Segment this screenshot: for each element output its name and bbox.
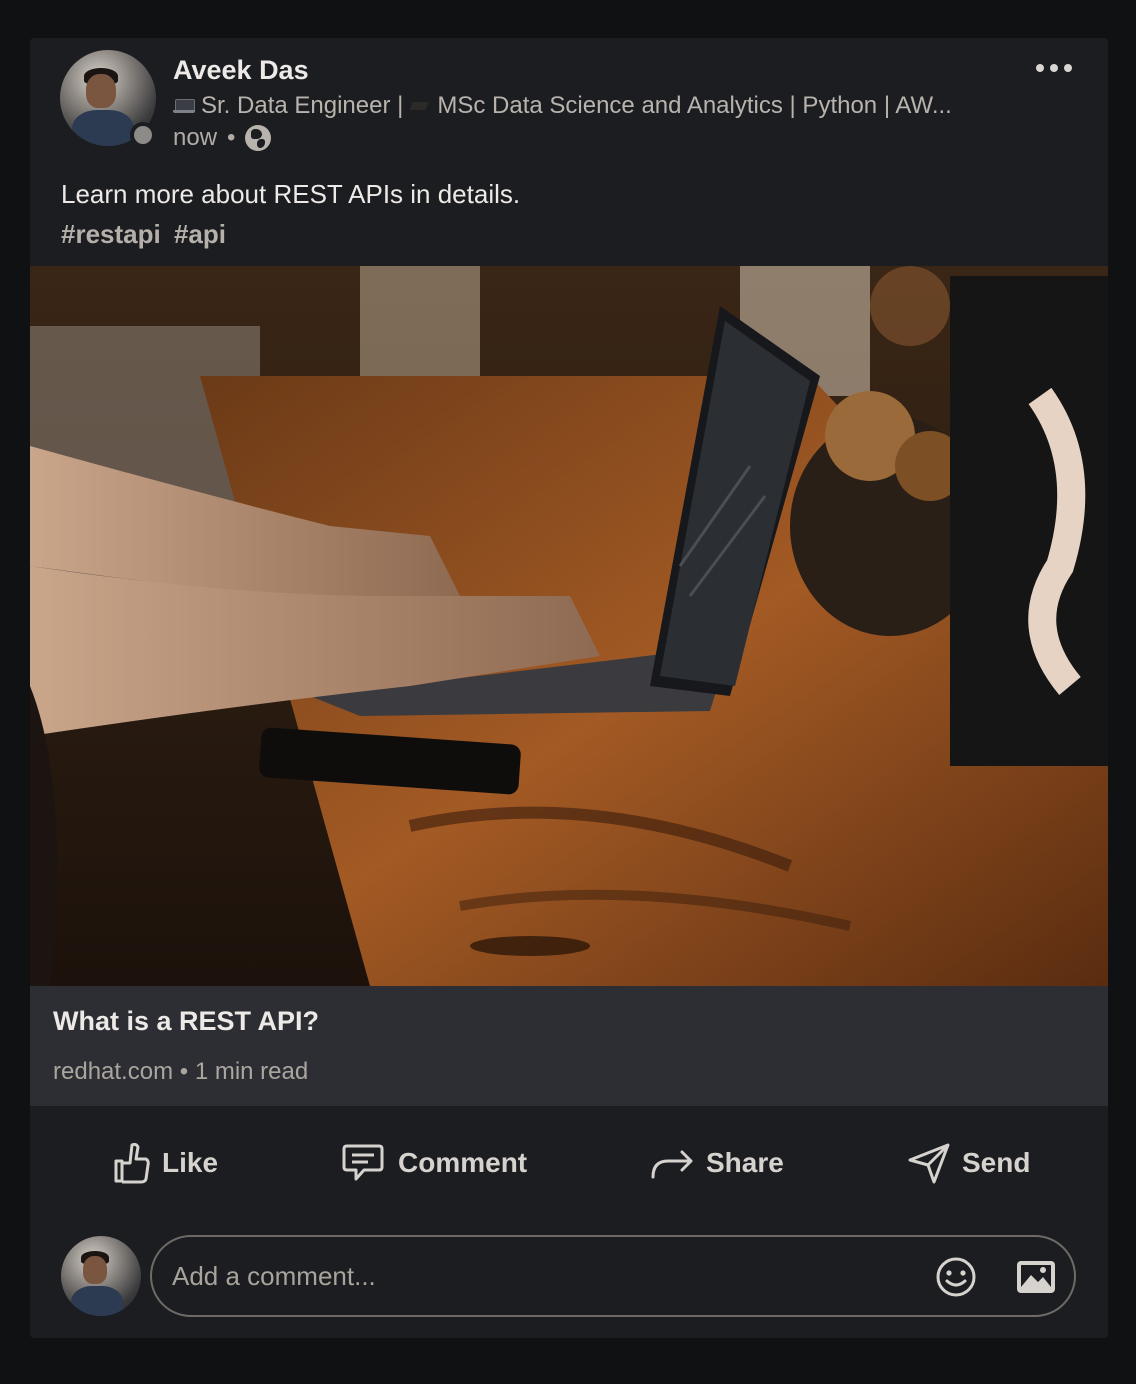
avatar-face [83,1256,107,1284]
post-body: Learn more about REST APIs in details. [61,179,521,209]
comment-input[interactable] [172,1237,912,1315]
article-meta: redhat.com • 1 min read [53,1058,308,1086]
laptop-photo [30,266,1108,986]
send-label: Send [962,1147,1031,1178]
presence-indicator [130,122,156,148]
globe-icon [245,125,272,151]
avatar-body [72,110,134,146]
current-user-avatar[interactable] [61,1236,141,1316]
send-button[interactable]: Send [908,1128,1030,1198]
article-read-time: 1 min read [194,1058,309,1085]
hashtags: #restapi #api [61,214,520,254]
share-arrow-icon [651,1150,693,1179]
headline-part-2: MSc Data Science and Analytics | Python … [437,92,952,119]
more-options-button[interactable] [1030,56,1078,80]
comment-label: Comment [398,1147,528,1178]
graduation-cap-icon [409,97,431,115]
emoji-button[interactable] [934,1255,978,1304]
like-label: Like [162,1147,219,1178]
article-link[interactable]: What is a REST API? redhat.com • 1 min r… [30,986,1108,1106]
article-separator: • [179,1058,189,1085]
post-time: now [173,124,218,151]
emoji-icon [936,1257,976,1297]
share-label: Share [706,1147,784,1178]
article-source: redhat.com [53,1058,174,1085]
add-image-button[interactable] [1014,1257,1058,1302]
more-dot [1050,64,1058,72]
post-meta: now • [173,124,272,152]
headline-part-1: Sr. Data Engineer | [201,92,404,119]
like-button[interactable]: Like [110,1128,218,1198]
thumbs-up-icon [114,1142,150,1184]
post-text: Learn more about REST APIs in details. #… [61,174,520,254]
send-icon [908,1143,950,1184]
social-actions: Like Comment Share Send [30,1128,1108,1198]
share-button[interactable]: Share [650,1128,784,1198]
feed-post-card: Aveek Das Sr. Data Engineer | MSc Data S… [30,38,1108,1338]
hashtag-api[interactable]: #api [174,219,226,249]
hashtag-restapi[interactable]: #restapi [61,219,161,249]
comment-button[interactable]: Comment [340,1128,527,1198]
more-dot [1036,64,1044,72]
comment-box [150,1235,1076,1317]
image-icon [1017,1261,1055,1293]
author-name[interactable]: Aveek Das [173,55,309,86]
article-title: What is a REST API? [53,1006,320,1036]
author-headline: Sr. Data Engineer | MSc Data Science and… [173,92,1003,120]
meta-separator: • [227,124,236,151]
avatar-body [71,1286,123,1316]
avatar-face [86,74,116,108]
comment-icon [342,1144,384,1181]
laptop-icon [173,97,195,115]
article-image[interactable] [30,266,1108,986]
more-dot [1064,64,1072,72]
